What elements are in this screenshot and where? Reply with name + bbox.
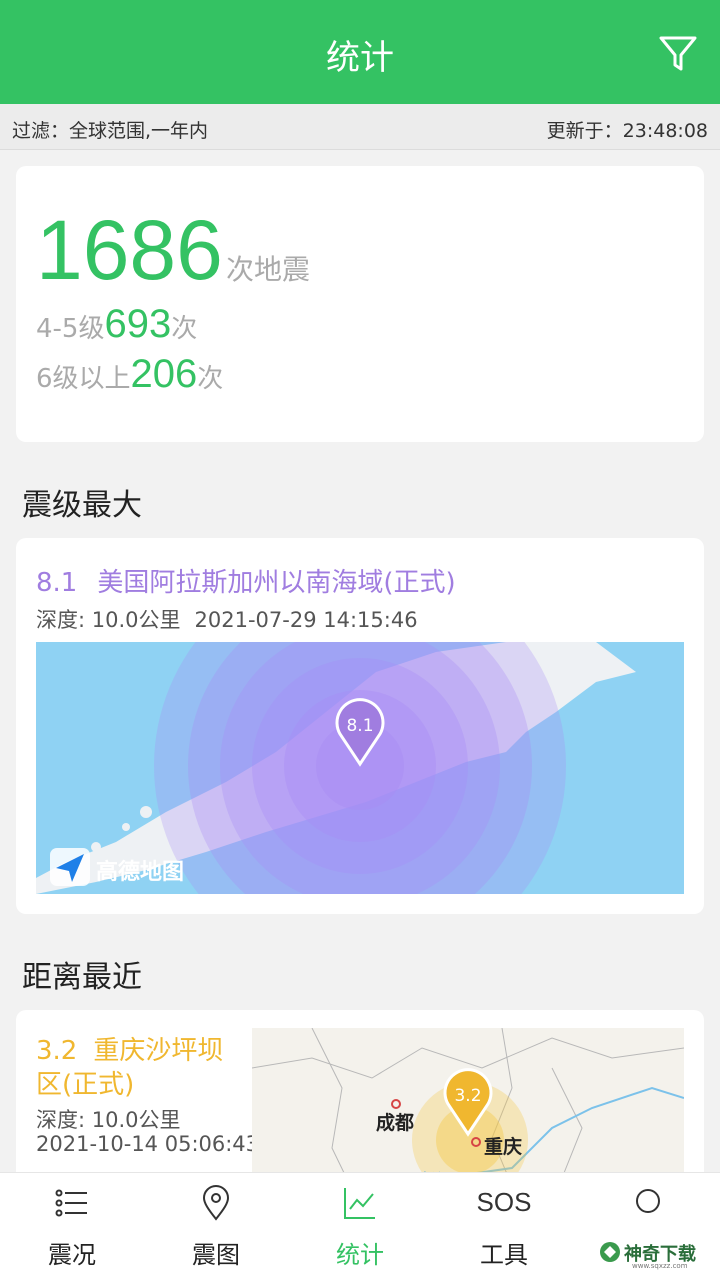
quake-place: 美国阿拉斯加州以南海域(正式) (97, 568, 456, 598)
section-title-nearest: 距离最近 (22, 960, 142, 995)
stat-value: 206 (130, 352, 198, 396)
sos-icon: SOS (476, 1187, 532, 1217)
tab-quake-map[interactable]: 震图 (144, 1173, 288, 1280)
tab-statistics[interactable]: 统计 (288, 1173, 432, 1280)
updated-time: 更新于：23:48:08 (546, 120, 708, 142)
map-marker-label: 8.1 (346, 716, 374, 736)
amap-logo-icon (50, 848, 90, 886)
page-title: 统计 (326, 38, 394, 78)
stat-label: 6级以上 (36, 364, 131, 394)
summary-card: 1686 次地震 4-5级693次 6级以上206次 (16, 166, 704, 442)
tab-tools[interactable]: SOS 工具 (432, 1173, 576, 1280)
tab-label: 统计 (336, 1241, 384, 1269)
quake-depth: 深度: 10.0公里 (36, 1108, 181, 1132)
filter-icon[interactable] (658, 34, 698, 74)
watermark: 神奇下载 www.sqxzz.com (592, 1232, 714, 1272)
stat-unit: 次 (197, 364, 224, 394)
filter-bar[interactable]: 过滤：全球范围,一年内 更新于：23:48:08 (0, 104, 720, 150)
quake-time: 2021-07-29 14:15:46 (194, 608, 418, 632)
quake-magnitude: 8.1 (36, 568, 78, 598)
stat-unit: 次 (171, 314, 198, 344)
city-label-chengdu: 成都 (376, 1112, 415, 1134)
stat-row-4-5: 4-5级693次 (36, 302, 197, 347)
max-quake-card[interactable]: 8.1 美国阿拉斯加州以南海域(正式) 深度: 10.0公里 2021-07-29 … (16, 538, 704, 914)
quake-time: 2021-10-14 05:06:43 (36, 1132, 260, 1156)
stat-row-6-plus: 6级以上206次 (36, 352, 223, 397)
watermark-url: www.sqxzz.com (632, 1262, 688, 1270)
max-quake-map[interactable]: 8.1 高德地图 (36, 642, 684, 894)
quake-title: 8.1 美国阿拉斯加州以南海域(正式) (36, 562, 456, 599)
total-unit: 次地震 (226, 253, 311, 286)
map-pin-icon (202, 1185, 230, 1221)
list-icon (55, 1189, 87, 1217)
quake-magnitude: 3.2 (36, 1036, 78, 1066)
tab-label: 震况 (48, 1241, 96, 1269)
map-marker-label: 3.2 (454, 1086, 482, 1106)
app-header: 统计 (0, 0, 720, 104)
filter-label: 过滤：全球范围,一年内 (12, 120, 209, 142)
search-icon (636, 1189, 660, 1213)
stat-value: 693 (104, 302, 172, 346)
watermark-logo-icon (600, 1242, 620, 1262)
quake-title: 3.2 重庆沙坪坝区(正式) (36, 1034, 246, 1102)
amap-logo-text: 高德地图 (96, 860, 185, 885)
tab-label: 震图 (192, 1241, 240, 1269)
tab-label: 工具 (480, 1241, 528, 1269)
city-label-chongqing: 重庆 (484, 1136, 523, 1158)
stat-label: 4-5级 (36, 314, 105, 344)
total-count: 1686 (36, 203, 223, 297)
section-title-max: 震级最大 (22, 488, 142, 523)
quake-meta: 深度: 10.0公里 2021-07-29 14:15:46 (36, 604, 418, 634)
tab-quake-list[interactable]: 震况 (0, 1173, 144, 1280)
chart-icon (344, 1188, 375, 1219)
quake-depth: 深度: 10.0公里 (36, 608, 181, 632)
